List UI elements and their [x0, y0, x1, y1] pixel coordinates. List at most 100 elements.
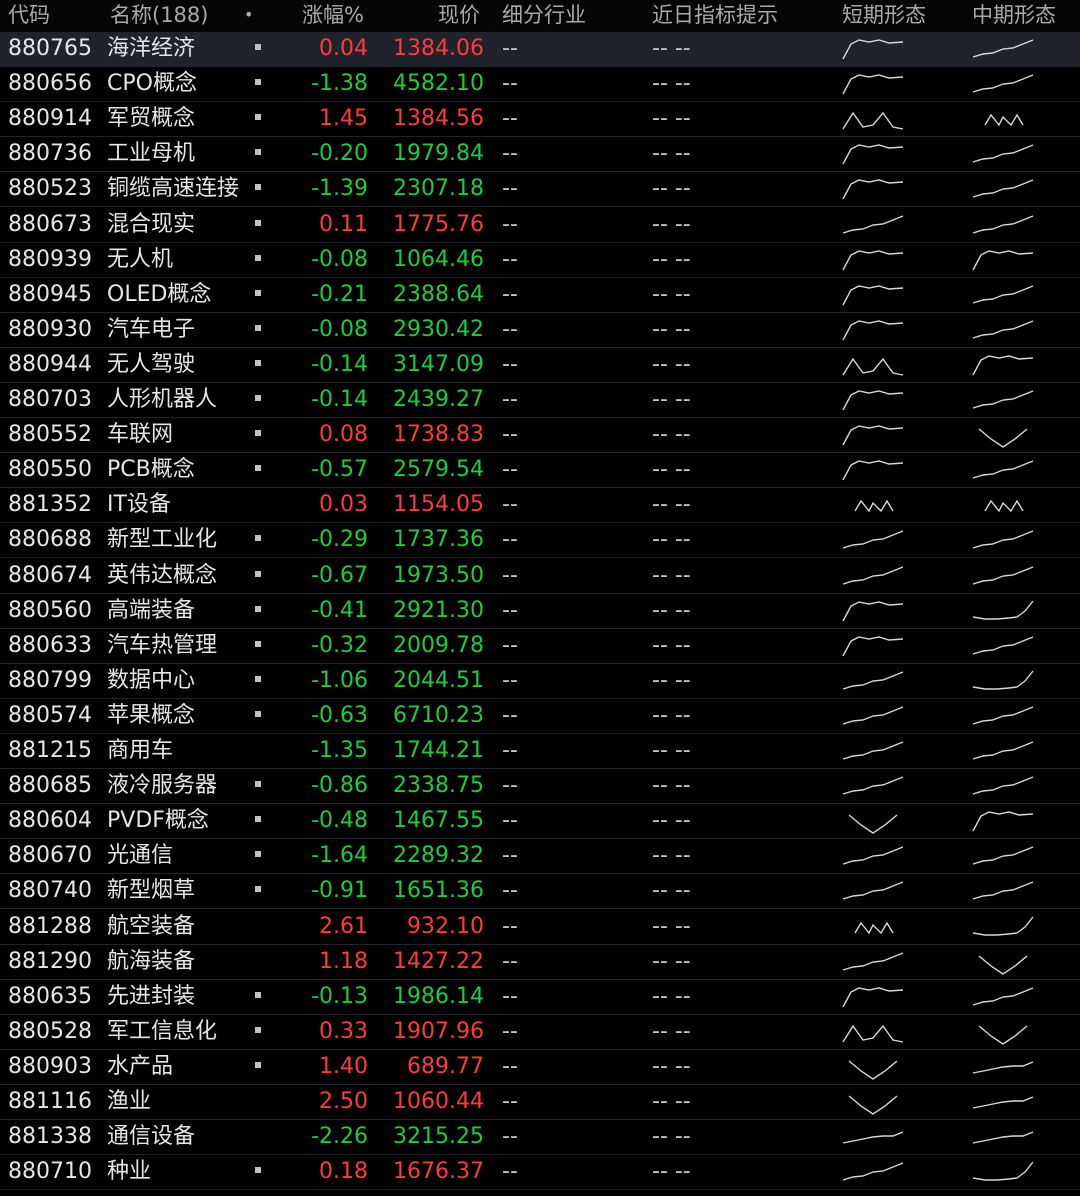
table-row[interactable]: 880903 水产品 1.40 689.77 -- -- -- — [0, 1050, 1080, 1085]
short-shape-sparkline-icon — [842, 320, 904, 341]
table-row[interactable]: 880674 英伟达概念 -0.67 1973.50 -- -- -- — [0, 559, 1080, 594]
industry-cell: -- — [502, 667, 518, 693]
marker-dot — [255, 710, 261, 717]
change-cell: -0.41 — [311, 597, 368, 623]
table-row[interactable]: 880635 先进封装 -0.13 1986.14 -- -- -- — [0, 980, 1080, 1015]
marker-dot — [255, 535, 261, 542]
code-cell: 881352 — [8, 492, 92, 518]
marker-dot — [255, 359, 261, 366]
table-row[interactable]: 880945 OLED概念 -0.21 2388.64 -- -- -- — [0, 278, 1080, 313]
hint-cell: -- -- — [652, 597, 691, 623]
col-short-shape[interactable]: 短期形态 — [842, 1, 926, 29]
marker-dot — [255, 605, 261, 612]
hint-cell: -- -- — [652, 351, 691, 377]
mid-shape-sparkline-icon — [972, 39, 1034, 58]
name-cell: 无人机 — [107, 246, 174, 272]
table-row[interactable]: 881352 IT设备 0.03 1154.05 -- -- -- — [0, 488, 1080, 524]
name-cell: 航空装备 — [107, 913, 196, 939]
col-hint[interactable]: 近日指标提示 — [652, 1, 778, 29]
table-row[interactable]: 880736 工业母机 -0.20 1979.84 -- -- -- — [0, 137, 1080, 173]
hint-cell: -- -- — [652, 176, 691, 202]
change-cell: 0.03 — [319, 492, 368, 518]
table-row[interactable]: 880703 人形机器人 -0.14 2439.27 -- -- -- — [0, 383, 1080, 418]
mid-shape-sparkline-icon — [984, 499, 1024, 513]
price-cell: 689.77 — [407, 1053, 484, 1079]
table-row[interactable]: 881338 通信设备 -2.26 3215.25 -- -- -- — [0, 1120, 1080, 1156]
table-row[interactable]: 881290 航海装备 1.18 1427.22 -- -- -- — [0, 945, 1080, 980]
short-shape-sparkline-icon — [842, 846, 904, 865]
price-cell: 1467.55 — [393, 808, 484, 834]
table-row[interactable]: 880740 新型烟草 -0.91 1651.36 -- -- -- — [0, 874, 1080, 910]
mid-shape-sparkline-icon — [972, 249, 1034, 270]
marker-dot — [255, 675, 261, 682]
mid-shape-sparkline-icon — [972, 987, 1034, 1006]
col-marker[interactable]: • — [244, 1, 253, 29]
table-row[interactable]: 880688 新型工业化 -0.29 1737.36 -- -- -- — [0, 523, 1080, 559]
table-row[interactable]: 880930 汽车电子 -0.08 2930.42 -- -- -- — [0, 313, 1080, 348]
table-row[interactable]: 880656 CPO概念 -1.38 4582.10 -- -- -- — [0, 67, 1080, 103]
code-cell: 880633 — [8, 632, 92, 658]
table-row[interactable]: 880550 PCB概念 -0.57 2579.54 -- -- -- — [0, 453, 1080, 489]
change-cell: -0.08 — [311, 316, 368, 342]
table-row[interactable]: 880944 无人驾驶 -0.14 3147.09 -- -- -- — [0, 348, 1080, 383]
col-name[interactable]: 名称(188) — [110, 1, 208, 29]
marker-dot — [255, 149, 261, 156]
table-row[interactable]: 880685 液冷服务器 -0.86 2338.75 -- -- -- — [0, 769, 1080, 805]
industry-cell: -- — [502, 632, 518, 658]
table-row[interactable]: 880670 光通信 -1.64 2289.32 -- -- -- — [0, 839, 1080, 875]
col-price[interactable]: 现价 — [438, 1, 480, 29]
industry-cell: -- — [502, 281, 518, 307]
hint-cell: -- -- — [652, 457, 691, 483]
code-cell: 880674 — [8, 562, 92, 588]
hint-cell: -- -- — [652, 387, 691, 412]
table-row[interactable]: 880574 苹果概念 -0.63 6710.23 -- -- -- — [0, 699, 1080, 734]
table-row[interactable]: 880673 混合现实 0.11 1775.76 -- -- -- — [0, 208, 1080, 243]
col-industry[interactable]: 细分行业 — [502, 1, 586, 29]
industry-cell: -- — [502, 141, 518, 167]
table-row[interactable]: 880604 PVDF概念 -0.48 1467.55 -- -- -- — [0, 804, 1080, 840]
marker-dot — [255, 184, 261, 191]
table-row[interactable]: 880765 海洋经济 0.04 1384.06 -- -- -- — [0, 32, 1080, 67]
marker-dot — [255, 395, 261, 401]
name-cell: 车联网 — [107, 422, 174, 448]
price-cell: 2289.32 — [393, 843, 484, 869]
table-row[interactable]: 880710 种业 0.18 1676.37 -- -- -- — [0, 1155, 1080, 1191]
code-cell: 880604 — [8, 808, 92, 834]
table-row[interactable]: 880939 无人机 -0.08 1064.46 -- -- -- — [0, 243, 1080, 278]
change-cell: 0.04 — [319, 36, 368, 61]
code-cell: 880688 — [8, 527, 92, 553]
industry-cell: -- — [502, 351, 518, 377]
code-cell: 880930 — [8, 316, 92, 342]
col-change[interactable]: 涨幅% — [302, 1, 364, 29]
code-cell: 880710 — [8, 1159, 92, 1185]
change-cell: -0.20 — [311, 141, 368, 167]
code-cell: 880703 — [8, 387, 92, 412]
mid-shape-sparkline-icon — [972, 846, 1034, 865]
table-row[interactable]: 880633 汽车热管理 -0.32 2009.78 -- -- -- — [0, 629, 1080, 664]
table-row[interactable]: 880528 军工信息化 0.33 1907.96 -- -- -- — [0, 1015, 1080, 1050]
table-row[interactable]: 880552 车联网 0.08 1738.83 -- -- -- — [0, 418, 1080, 454]
industry-cell: -- — [502, 71, 518, 97]
table-row[interactable]: 880914 军贸概念 1.45 1384.56 -- -- -- — [0, 102, 1080, 138]
table-row[interactable]: 881116 渔业 2.50 1060.44 -- -- -- — [0, 1085, 1080, 1120]
marker-dot — [255, 289, 261, 296]
short-shape-sparkline-icon — [848, 814, 898, 835]
change-cell: -0.13 — [311, 983, 368, 1009]
table-row[interactable]: 880523 铜缆高速连接 -1.39 2307.18 -- -- -- — [0, 172, 1080, 208]
table-row[interactable]: 881215 商用车 -1.35 1744.21 -- -- -- — [0, 734, 1080, 769]
table-row[interactable]: 880560 高端装备 -0.41 2921.30 -- -- -- — [0, 594, 1080, 629]
name-cell: CPO概念 — [107, 71, 197, 97]
code-cell: 880552 — [8, 422, 92, 448]
hint-cell: -- -- — [652, 738, 691, 763]
name-cell: 人形机器人 — [107, 387, 218, 412]
code-cell: 880528 — [8, 1018, 92, 1044]
price-cell: 1907.96 — [393, 1018, 484, 1044]
table-row[interactable]: 880799 数据中心 -1.06 2044.51 -- -- -- — [0, 664, 1080, 699]
change-cell: 0.33 — [319, 1018, 368, 1044]
marker-dot — [255, 886, 261, 893]
table-row[interactable]: 881288 航空装备 2.61 932.10 -- -- -- — [0, 910, 1080, 945]
col-code[interactable]: 代码 — [8, 1, 50, 29]
short-shape-sparkline-icon — [842, 530, 904, 550]
hint-cell: -- -- — [652, 141, 691, 167]
col-mid-shape[interactable]: 中期形态 — [972, 1, 1056, 29]
